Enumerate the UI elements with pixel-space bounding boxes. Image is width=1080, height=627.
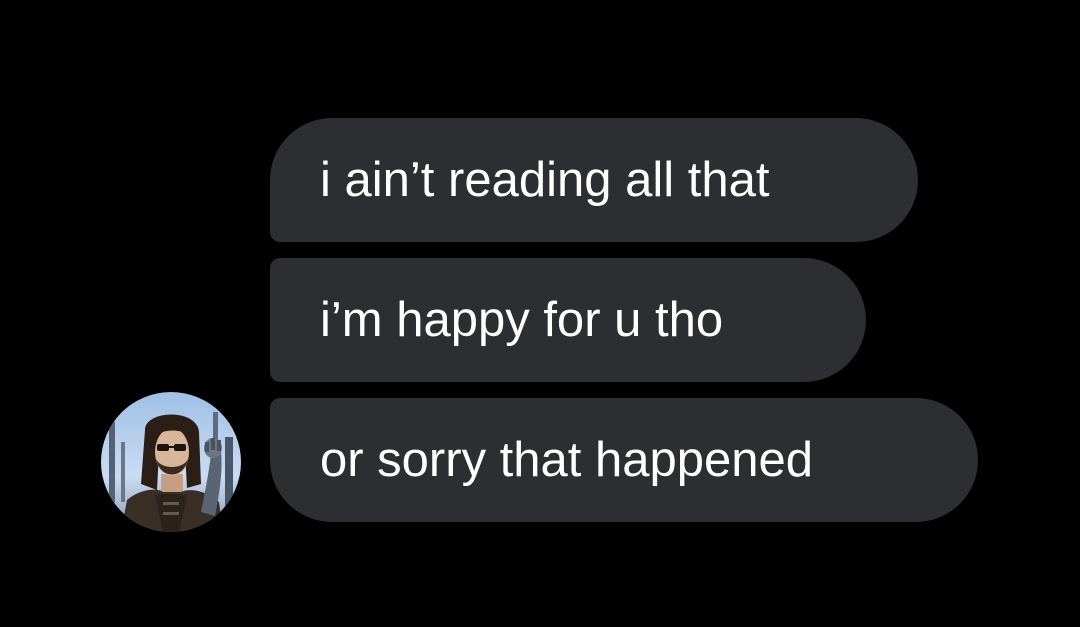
sender-avatar[interactable]: [101, 392, 241, 532]
message-bubble[interactable]: or sorry that happened: [270, 398, 978, 522]
message-text: i ain’t reading all that: [320, 153, 770, 207]
message-bubble[interactable]: i’m happy for u tho: [270, 258, 866, 382]
message-text: or sorry that happened: [320, 433, 814, 487]
person-avatar-icon: [101, 392, 241, 532]
message-text: i’m happy for u tho: [320, 293, 724, 347]
message-thread: i ain’t reading all that i’m happy for u…: [0, 0, 1080, 627]
message-bubble[interactable]: i ain’t reading all that: [270, 118, 918, 242]
